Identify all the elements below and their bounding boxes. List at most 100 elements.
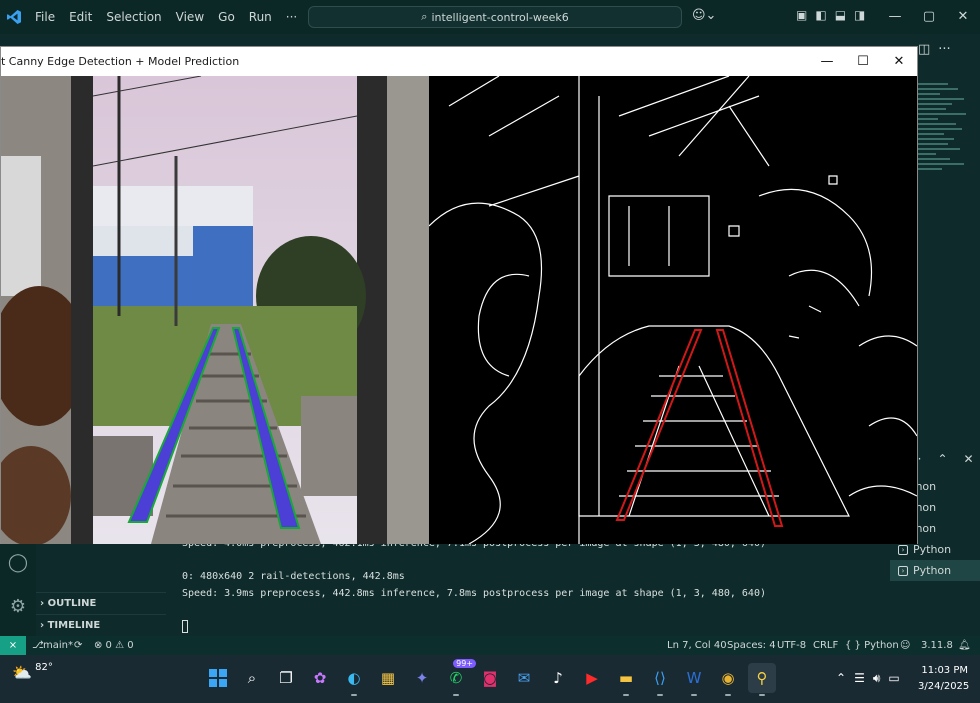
youtube-icon[interactable]: ▶ <box>578 663 606 693</box>
opencv-minimize-button[interactable]: — <box>809 47 845 76</box>
terminal-label: Python <box>913 543 952 556</box>
menu-run[interactable]: Run <box>242 0 279 34</box>
menu-file[interactable]: File <box>28 0 62 34</box>
split-editor-icon[interactable]: ◫ <box>918 42 930 57</box>
timeline-section[interactable]: › TIMELINE <box>36 614 166 636</box>
editor-tab-strip <box>166 34 980 46</box>
close-panel-icon[interactable]: ✕ <box>964 452 974 466</box>
clock-date: 3/24/2025 <box>918 681 970 692</box>
window-minimize-button[interactable]: — <box>878 0 912 34</box>
encoding[interactable]: UTF-8 <box>777 636 806 655</box>
taskbar-search-icon[interactable]: ⌕ <box>238 663 266 693</box>
battery-icon[interactable]: ▭ <box>888 671 899 686</box>
wifi-icon[interactable]: ☰ <box>854 671 865 686</box>
vscode-logo-icon <box>0 0 28 34</box>
outline-section[interactable]: › OUTLINE <box>36 592 166 614</box>
terminal-panel[interactable]: Speed: 4.0ms preprocess, 462.1ms inferen… <box>166 538 888 636</box>
settings-gear-icon[interactable]: ⚙ <box>0 584 36 628</box>
editor-actions: ◫ ··· <box>918 42 951 57</box>
language-mode[interactable]: { } Python <box>845 636 899 655</box>
customize-layout-icon[interactable]: ▣ <box>796 8 807 22</box>
status-bar: ⨯ ⎇ main* ⟳ ⊗ 0 ⚠ 0 Ln 7, Col 40 Spaces:… <box>0 636 980 655</box>
copilot-icon[interactable]: ☺⌄ <box>692 8 716 23</box>
opencv-window-title: t Canny Edge Detection + Model Predictio… <box>1 55 240 68</box>
sync-icon[interactable]: ⟳ <box>74 636 82 655</box>
command-center-search[interactable]: ⌕ intelligent-control-week6 <box>308 6 682 28</box>
terminal-icon: › <box>898 565 908 576</box>
problems-count[interactable]: ⊗ 0 ⚠ 0 <box>94 636 134 655</box>
vscode-taskbar-icon[interactable]: ⟨⟩ <box>646 663 674 696</box>
windows-taskbar: ⛅ 82° ⌕ ❐ ✿ ◐ ▦ ✦ ✆ 99+ ◙ ✉ ♪ ▶ ▬ ⟨⟩ W ◉ … <box>0 655 980 703</box>
weather-widget[interactable]: ⛅ 82° <box>12 662 53 682</box>
toggle-secondary-sidebar-icon[interactable]: ◨ <box>854 8 865 22</box>
chevron-right-icon: › <box>40 598 45 609</box>
indentation[interactable]: Spaces: 4 <box>727 636 776 655</box>
terminal-instance-active[interactable]: › Python <box>890 560 980 581</box>
git-branch[interactable]: main* <box>43 636 73 655</box>
window-close-button[interactable]: ✕ <box>946 0 980 34</box>
terminal-label: Python <box>913 564 952 577</box>
python-version[interactable]: 3.11.8 <box>921 636 953 655</box>
outline-label: OUTLINE <box>47 598 97 609</box>
terminal-line: Speed: 3.9ms preprocess, 442.8ms inferen… <box>182 588 766 599</box>
account-icon[interactable]: ◯ <box>0 540 36 584</box>
edge-browser-icon[interactable]: ◐ <box>340 663 368 696</box>
window-maximize-button[interactable]: ▢ <box>912 0 946 34</box>
chevron-right-icon: › <box>40 620 45 631</box>
toggle-sidebar-icon[interactable]: ◧ <box>815 8 826 22</box>
whatsapp-icon[interactable]: ✆ 99+ <box>442 659 476 696</box>
copilot-app-icon[interactable]: ✿ <box>306 663 334 693</box>
vscode-titlebar: File Edit Selection View Go Run ··· ← → … <box>0 0 980 34</box>
notifications-bell-icon[interactable]: 🔔︎ <box>958 636 971 655</box>
instagram-icon[interactable]: ◙ <box>476 663 504 693</box>
toggle-panel-icon[interactable]: ⬓ <box>835 8 846 22</box>
opencv-window-titlebar[interactable]: t Canny Edge Detection + Model Predictio… <box>1 47 917 76</box>
menu-go[interactable]: Go <box>211 0 242 34</box>
terminal-cursor <box>182 620 188 633</box>
teams-icon[interactable]: ✦ <box>408 663 436 693</box>
activity-bar: ◯ ⚙ <box>0 540 36 636</box>
canny-edge-image <box>429 76 917 544</box>
minimap[interactable] <box>918 80 970 230</box>
terminal-icon: › <box>898 544 908 555</box>
word-icon[interactable]: W <box>680 663 708 696</box>
temperature: 82° <box>35 662 53 673</box>
opencv-image-frame <box>1 76 917 544</box>
tiktok-icon[interactable]: ♪ <box>544 663 572 693</box>
notification-badge: 99+ <box>453 659 476 668</box>
search-text: intelligent-control-week6 <box>431 10 569 24</box>
opencv-close-button[interactable]: ✕ <box>881 47 917 76</box>
chrome-icon[interactable]: ◉ <box>714 663 742 696</box>
menu-more[interactable]: ··· <box>279 0 304 34</box>
task-view-icon[interactable]: ❐ <box>272 663 300 693</box>
sidebar-panels: › OUTLINE › TIMELINE <box>36 592 166 636</box>
terminal-line: 0: 480x640 2 rail-detections, 442.8ms <box>182 571 405 582</box>
maximize-panel-icon[interactable]: ⌃ <box>937 452 947 466</box>
camera-prediction-image <box>1 76 429 544</box>
show-hidden-icons-icon[interactable]: ⌃ <box>836 671 846 686</box>
weather-icon: ⛅ <box>12 663 32 682</box>
menu-bar: File Edit Selection View Go Run ··· <box>28 0 304 34</box>
opencv-maximize-button[interactable]: ☐ <box>845 47 881 76</box>
remote-indicator-icon[interactable]: ⨯ <box>0 636 26 655</box>
menu-edit[interactable]: Edit <box>62 0 99 34</box>
copilot-status-icon[interactable]: ☺ <box>900 636 910 655</box>
more-actions-icon[interactable]: ··· <box>938 42 950 57</box>
python-app-icon[interactable]: ⚲ <box>748 663 776 696</box>
timeline-label: TIMELINE <box>47 620 101 631</box>
file-explorer-icon[interactable]: ▬ <box>612 663 640 696</box>
mail-icon[interactable]: ✉ <box>510 663 538 693</box>
menu-selection[interactable]: Selection <box>99 0 168 34</box>
start-windows-icon[interactable] <box>204 663 232 693</box>
menu-view[interactable]: View <box>169 0 211 34</box>
cursor-position[interactable]: Ln 7, Col 40 <box>667 636 727 655</box>
volume-icon[interactable]: 🔊︎ <box>873 671 881 686</box>
opencv-window[interactable]: t Canny Edge Detection + Model Predictio… <box>0 46 918 544</box>
taskbar-clock[interactable]: 11:03 PM 3/24/2025 <box>918 663 970 695</box>
branch-icon: ⎇ <box>32 640 44 651</box>
taskbar-apps: ⌕ ❐ ✿ ◐ ▦ ✦ ✆ 99+ ◙ ✉ ♪ ▶ ▬ ⟨⟩ W ◉ ⚲ <box>204 659 776 696</box>
end-of-line[interactable]: CRLF <box>813 636 838 655</box>
clock-time: 11:03 PM <box>921 665 968 676</box>
search-icon: ⌕ <box>421 10 428 23</box>
microsoft-store-icon[interactable]: ▦ <box>374 663 402 693</box>
